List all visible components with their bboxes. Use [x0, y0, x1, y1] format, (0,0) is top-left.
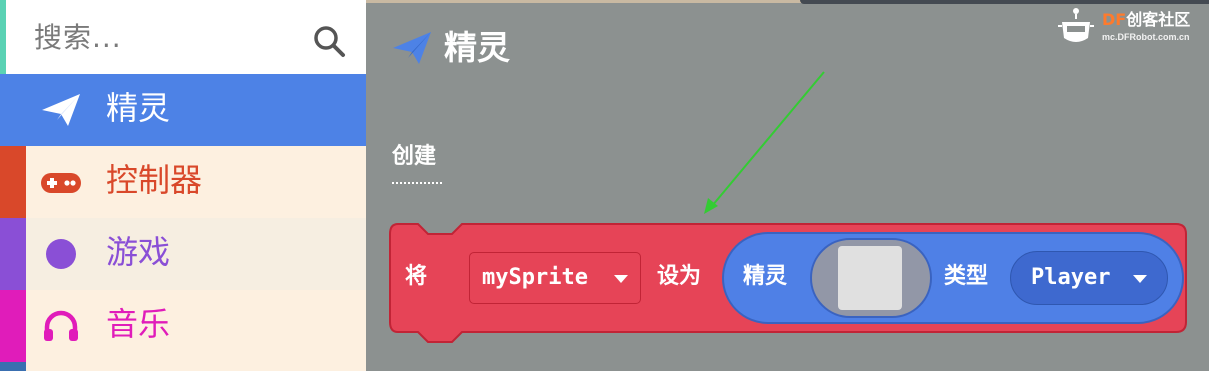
block-prefix-text: 将: [405, 264, 428, 289]
category-color-bar: [0, 290, 26, 362]
category-sprites[interactable]: 精灵: [0, 74, 366, 146]
kind-value: Player: [1031, 265, 1111, 290]
dropdown-caret-icon: [614, 275, 628, 283]
category-controller[interactable]: 控制器: [0, 146, 366, 218]
variable-name: mySprite: [482, 265, 588, 290]
watermark-title: DF创客社区: [1102, 10, 1191, 29]
category-label: 游戏: [106, 233, 171, 271]
robot-logo-icon: [1058, 8, 1094, 42]
search-input[interactable]: [34, 16, 284, 58]
sprite-label: 精灵: [743, 264, 788, 289]
variable-dropdown[interactable]: mySprite: [469, 252, 641, 304]
type-label: 类型: [944, 264, 989, 289]
gamepad-icon: [41, 173, 81, 193]
search-icon[interactable]: [312, 24, 346, 58]
top-border-line: [366, 0, 802, 3]
section-label-create: 创建: [392, 144, 437, 169]
category-next-color-bar: [0, 362, 26, 371]
circle-icon: [46, 239, 76, 269]
category-label: 控制器: [106, 161, 203, 199]
search-box: [6, 0, 366, 74]
dfrobot-watermark: DF创客社区 mc.DFRobot.com.cn: [1056, 4, 1206, 46]
image-preview: [838, 246, 902, 310]
kind-dropdown[interactable]: Player: [1010, 251, 1168, 305]
paper-plane-icon: [42, 94, 80, 126]
flyout-title: 精灵: [444, 28, 510, 67]
category-color-bar: [0, 218, 26, 290]
headphones-icon: [44, 310, 78, 341]
paper-plane-icon: [393, 32, 431, 64]
category-game[interactable]: 游戏: [0, 218, 366, 290]
watermark-url: mc.DFRobot.com.cn: [1102, 32, 1190, 42]
section-divider: [392, 182, 442, 184]
dropdown-caret-icon: [1133, 275, 1147, 283]
category-label: 精灵: [106, 89, 171, 127]
category-color-bar: [0, 146, 26, 218]
category-music[interactable]: 音乐: [0, 290, 366, 362]
category-label: 音乐: [106, 305, 171, 343]
block-set-as-text: 设为: [657, 264, 702, 289]
toolbox-sidebar: 精灵 控制器 游戏 音乐: [0, 0, 366, 371]
